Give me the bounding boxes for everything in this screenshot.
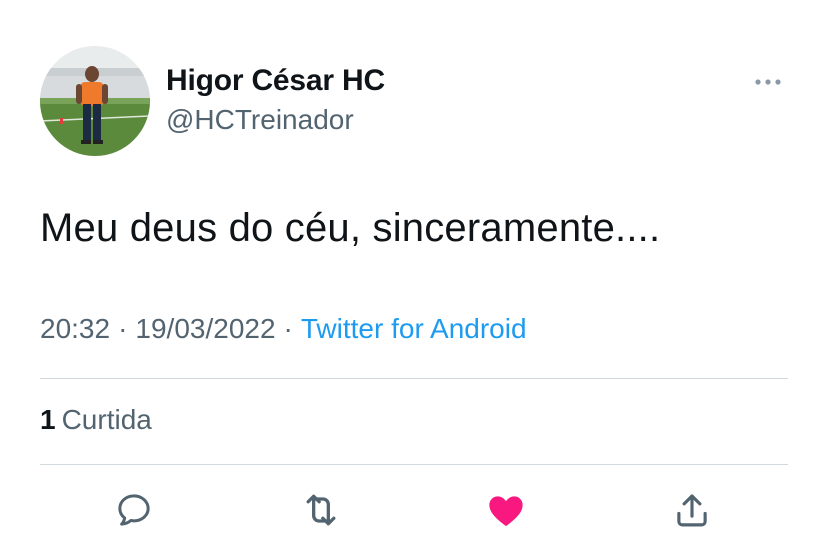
heart-icon: [489, 496, 523, 527]
like-button[interactable]: [484, 488, 528, 532]
more-options-button[interactable]: [748, 68, 788, 96]
tweet-meta: 20:32 · 19/03/2022 · Twitter for Android: [40, 313, 527, 345]
tweet-card: Higor César HC @HCTreinador Meu deus do …: [0, 0, 828, 555]
likes-stat[interactable]: 1 Curtida: [40, 404, 152, 436]
share-button[interactable]: [670, 488, 714, 532]
user-name[interactable]: Higor César HC: [166, 64, 385, 98]
likes-count: 1: [40, 404, 56, 435]
more-icon: [755, 79, 781, 85]
avatar-photo: [40, 46, 150, 156]
user-handle[interactable]: @HCTreinador: [166, 104, 354, 136]
reply-button[interactable]: [112, 488, 156, 532]
share-icon: [677, 494, 707, 527]
meta-separator: ·: [118, 313, 128, 344]
tweet-text: Meu deus do céu, sinceramente....: [40, 206, 661, 250]
reply-icon: [118, 494, 150, 526]
meta-separator: ·: [283, 313, 293, 344]
divider: [40, 378, 788, 379]
retweet-button[interactable]: [299, 488, 343, 532]
avatar[interactable]: [40, 46, 150, 156]
tweet-date[interactable]: 19/03/2022: [135, 313, 275, 344]
tweet-time[interactable]: 20:32: [40, 313, 110, 344]
likes-label: Curtida: [61, 404, 152, 435]
retweet-icon: [306, 494, 336, 526]
divider: [40, 464, 788, 465]
tweet-source-link[interactable]: Twitter for Android: [301, 313, 527, 344]
